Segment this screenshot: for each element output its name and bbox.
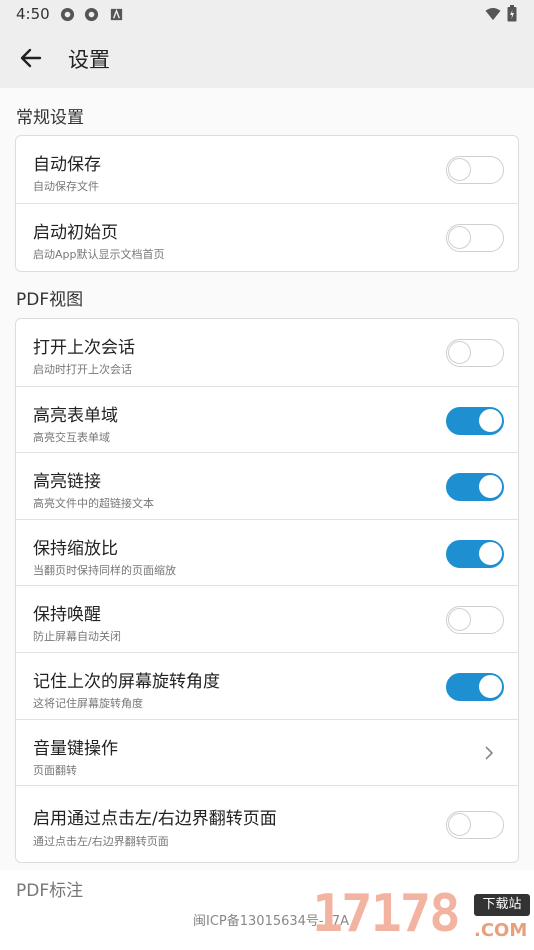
page-title: 设置: [68, 48, 110, 72]
last-session-toggle[interactable]: [446, 339, 504, 367]
notification-icon: [110, 8, 123, 21]
edge-tap-toggle[interactable]: [446, 811, 504, 840]
remember-rotation-toggle[interactable]: [446, 672, 504, 701]
setting-title: 保持缩放比: [33, 538, 118, 559]
setting-title: 启用通过点击左/右边界翻转页面: [33, 809, 277, 830]
notification-icon: [84, 7, 99, 22]
setting-subtitle: 自动保存文件: [33, 180, 99, 193]
settings-content: 常规设置 自动保存 自动保存文件 启动初始页 启动App默认显示文档首页 PDF…: [0, 88, 534, 888]
toggle-knob: [448, 225, 471, 249]
setting-item-autosave[interactable]: 自动保存 自动保存文件: [16, 136, 518, 203]
setting-title: 音量键操作: [33, 738, 118, 759]
setting-subtitle: 高亮交互表单域: [33, 430, 110, 444]
toggle-knob: [479, 674, 502, 698]
setting-item-keep-zoom[interactable]: 保持缩放比 当翻页时保持同样的页面缩放: [16, 518, 518, 586]
autosave-toggle[interactable]: [446, 156, 504, 184]
setting-subtitle: 页面翻转: [33, 763, 77, 777]
highlight-forms-toggle[interactable]: [446, 406, 504, 435]
setting-title: 记住上次的屏幕旋转角度: [33, 671, 220, 692]
setting-subtitle: 启动App默认显示文档首页: [33, 247, 165, 261]
setting-title: 保持唤醒: [33, 605, 101, 626]
watermark-domain: .COM: [474, 920, 528, 941]
setting-item-highlight-forms[interactable]: 高亮表单域 高亮交互表单域: [16, 385, 518, 453]
settings-card-pdf-view: 打开上次会话 启动时打开上次会话 高亮表单域 高亮交互表单域 高亮链接 高亮文件…: [15, 318, 519, 863]
notification-icon: [60, 7, 75, 22]
setting-title: 启动初始页: [33, 222, 118, 243]
start-page-toggle[interactable]: [446, 223, 504, 252]
watermark-number: 17178: [312, 884, 461, 944]
toolbar: 设置: [0, 28, 534, 88]
section-header-pdf-annotation: PDF标注: [16, 881, 84, 901]
setting-item-start-page[interactable]: 启动初始页 启动App默认显示文档首页: [16, 202, 518, 270]
highlight-links-toggle[interactable]: [446, 473, 504, 502]
setting-item-edge-tap[interactable]: 启用通过点击左/右边界翻转页面 通过点击左/右边界翻转页面: [16, 785, 518, 862]
setting-subtitle: 高亮文件中的超链接文本: [33, 497, 154, 511]
setting-item-highlight-links[interactable]: 高亮链接 高亮文件中的超链接文本: [16, 452, 518, 519]
keep-zoom-toggle[interactable]: [446, 539, 504, 568]
setting-subtitle: 当翻页时保持同样的页面缩放: [33, 563, 176, 577]
setting-subtitle: 这将记住屏幕旋转角度: [33, 696, 143, 710]
setting-subtitle: 防止屏幕自动关闭: [33, 630, 121, 644]
setting-title: 高亮表单域: [33, 405, 118, 426]
section-header-general: 常规设置: [16, 108, 84, 128]
watermark-badge: 下载站: [474, 894, 530, 916]
toggle-knob: [448, 608, 471, 632]
back-arrow-icon[interactable]: [18, 45, 44, 71]
setting-item-volume-keys[interactable]: 音量键操作 页面翻转: [16, 718, 518, 786]
keep-awake-toggle[interactable]: [446, 606, 504, 635]
setting-item-keep-awake[interactable]: 保持唤醒 防止屏幕自动关闭: [16, 585, 518, 652]
setting-subtitle: 启动时打开上次会话: [33, 363, 132, 376]
setting-subtitle: 通过点击左/右边界翻转页面: [33, 835, 169, 849]
setting-title: 自动保存: [33, 155, 101, 175]
settings-card-general: 自动保存 自动保存文件 启动初始页 启动App默认显示文档首页: [15, 135, 519, 272]
toggle-knob: [448, 341, 471, 364]
setting-title: 高亮链接: [33, 472, 101, 493]
toggle-knob: [448, 158, 471, 181]
chevron-right-icon: [485, 745, 494, 760]
toggle-knob: [479, 541, 502, 565]
toggle-knob: [448, 813, 471, 837]
toggle-knob: [479, 408, 502, 432]
status-bar: 4:50: [0, 0, 534, 28]
setting-item-remember-rotation[interactable]: 记住上次的屏幕旋转角度 这将记住屏幕旋转角度: [16, 651, 518, 719]
section-header-pdf-view: PDF视图: [16, 290, 84, 310]
status-time: 4:50: [16, 5, 50, 23]
setting-item-last-session[interactable]: 打开上次会话 启动时打开上次会话: [16, 319, 518, 386]
wifi-icon: [485, 7, 501, 21]
battery-icon: [507, 5, 517, 22]
toggle-knob: [479, 475, 502, 499]
setting-title: 打开上次会话: [33, 338, 135, 358]
